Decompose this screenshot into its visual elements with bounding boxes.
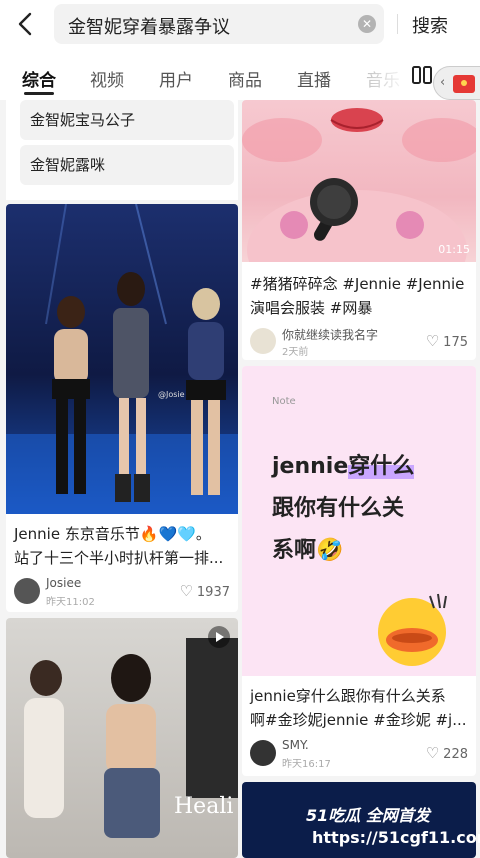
overlay-text: Heali	[174, 794, 234, 819]
like-button[interactable]: ♡ 228	[426, 744, 468, 762]
active-tab-indicator	[24, 92, 54, 95]
floating-widget[interactable]: ‹	[433, 66, 480, 100]
heart-icon: ♡	[425, 332, 440, 350]
note-label: Note	[272, 396, 296, 407]
card-caption[interactable]: jennie穿什么跟你有什么关系 啊#金珍妮jennie #金珍妮 #j...	[250, 684, 467, 732]
avatar[interactable]	[250, 328, 276, 354]
caption-line: #猪猪碎碎念 #Jennie #Jennie	[250, 275, 465, 293]
tab-fade	[360, 50, 410, 100]
performance-photo	[24, 638, 238, 838]
search-button[interactable]: 搜索	[412, 12, 448, 38]
caption-line: 演唱会服装 #网暴	[250, 299, 373, 317]
like-button[interactable]: ♡ 175	[426, 332, 468, 350]
note-line: 跟你有什么关	[272, 496, 405, 521]
tab-video[interactable]: 视频	[90, 66, 124, 91]
caption-line: jennie穿什么跟你有什么关系	[250, 687, 446, 705]
like-count: 1937	[196, 585, 230, 600]
like-count: 228	[443, 747, 468, 762]
video-card-pig[interactable]: 01:15 #猪猪碎碎念 #Jennie #Jennie 演唱会服装 #网暴 你…	[242, 100, 476, 360]
pig-illustration	[242, 108, 476, 262]
author-row: 你就继续读我名字 2天前 ♡ 175	[250, 326, 468, 358]
author-name[interactable]: Josiee	[46, 576, 81, 590]
post-image[interactable]: @Josie	[6, 204, 238, 514]
post-card-note[interactable]: Note jennie穿什么 跟你有什么关 系啊🤣 jennie穿什么跟你有什么…	[242, 366, 476, 776]
like-count: 175	[443, 335, 468, 350]
author-name[interactable]: SMY.	[282, 738, 309, 752]
avatar[interactable]	[250, 740, 276, 766]
caption-line: Jennie 东京音乐节🔥💙🩵。	[14, 525, 211, 543]
tab-comprehensive[interactable]: 综合	[22, 66, 56, 91]
suggestion-card: 金智妮宝马公子 金智妮露咪	[6, 100, 238, 200]
post-time: 昨天16:17	[282, 759, 331, 770]
duck-emoji-icon	[378, 593, 447, 666]
caption-line: 啊#金珍妮jennie #金珍妮 #j...	[250, 711, 467, 729]
play-icon[interactable]	[208, 626, 230, 648]
tab-live[interactable]: 直播	[297, 66, 331, 91]
image-watermark: @Josie	[158, 390, 185, 399]
concert-photo	[6, 204, 238, 514]
caption-line: 站了十三个半小时扒杆第一排...	[14, 549, 224, 567]
like-button[interactable]: ♡ 1937	[179, 582, 230, 600]
note-image[interactable]: Note jennie穿什么 跟你有什么关 系啊🤣	[242, 366, 476, 676]
search-bar: 金智妮穿着暴露争议 ✕ 搜索	[0, 0, 480, 50]
author-row: Josiee 昨天11:02 ♡ 1937	[14, 576, 230, 608]
note-highlight: 穿什么	[348, 454, 415, 479]
author-name[interactable]: 你就继续读我名字	[282, 326, 378, 343]
tab-products[interactable]: 商品	[228, 66, 262, 91]
video-duration: 01:15	[438, 243, 470, 256]
post-time: 昨天11:02	[46, 597, 95, 608]
chevron-left-icon: ‹	[440, 75, 446, 90]
suggestion-chip[interactable]: 金智妮宝马公子	[20, 100, 234, 140]
author-row: SMY. 昨天16:17 ♡ 228	[250, 738, 468, 770]
note-line: 系啊🤣	[272, 538, 344, 563]
card-caption[interactable]: Jennie 东京音乐节🔥💙🩵。 站了十三个半小时扒杆第一排...	[14, 522, 223, 570]
avatar[interactable]	[14, 578, 40, 604]
video-card-performance[interactable]: Heali	[6, 618, 238, 858]
card-caption[interactable]: #猪猪碎碎念 #Jennie #Jennie 演唱会服装 #网暴	[250, 272, 464, 320]
note-line: jennie	[272, 454, 349, 479]
heart-icon: ♡	[425, 744, 440, 762]
suggestion-chip[interactable]: 金智妮露咪	[20, 145, 234, 185]
video-thumbnail[interactable]: 01:15	[242, 100, 476, 262]
post-card-concert[interactable]: @Josie Jennie 东京音乐节🔥💙🩵。 站了十三个半小时扒杆第一排...…	[6, 204, 238, 612]
clear-icon[interactable]: ✕	[358, 15, 376, 33]
watermark-url: https://51cgf11.com	[312, 828, 480, 847]
search-query[interactable]: 金智妮穿着暴露争议	[68, 13, 230, 39]
post-time: 2天前	[282, 347, 309, 358]
video-thumbnail[interactable]: Heali	[6, 618, 238, 858]
tab-bar: 综合 视频 用户 商品 直播 音乐	[0, 50, 480, 100]
heart-icon: ♡	[179, 582, 193, 600]
note-text: jennie穿什么 跟你有什么关 系啊🤣	[272, 446, 415, 572]
divider	[397, 14, 398, 34]
tab-users[interactable]: 用户	[159, 66, 193, 91]
filter-icon[interactable]	[412, 66, 432, 84]
watermark-brand: 51吃瓜 全网首发	[306, 806, 430, 825]
red-packet-icon[interactable]	[453, 75, 475, 93]
back-arrow-icon[interactable]	[12, 10, 40, 38]
search-input[interactable]: 金智妮穿着暴露争议 ✕	[54, 4, 384, 44]
